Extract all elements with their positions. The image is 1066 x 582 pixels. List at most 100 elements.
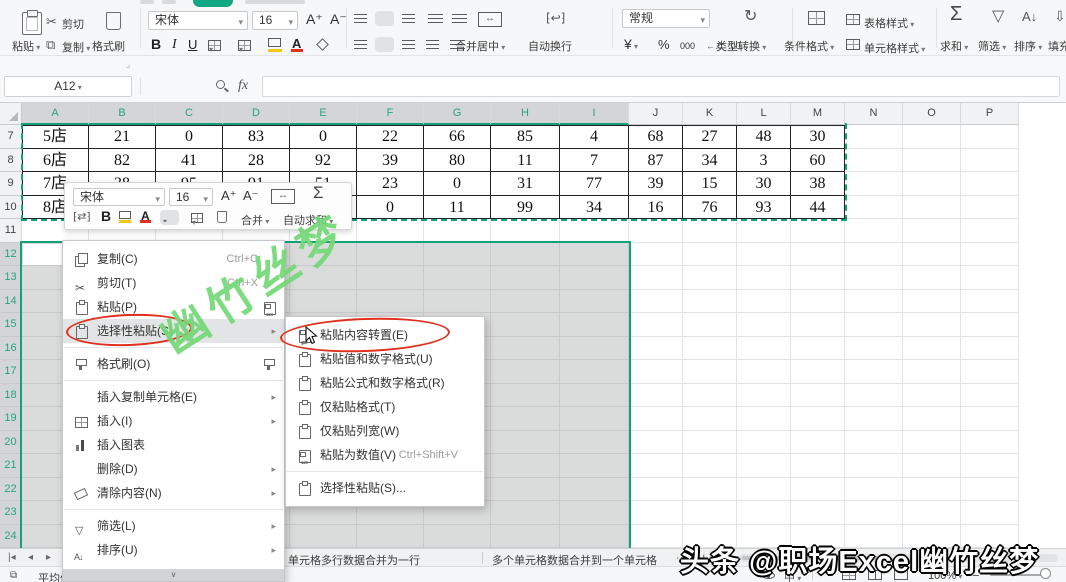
cell-L21[interactable] [737, 454, 791, 478]
cell-H15[interactable] [491, 313, 560, 337]
first-sheet-icon[interactable]: |◂ [8, 552, 16, 563]
row-header-7[interactable]: 7 [0, 125, 22, 149]
cell-P8[interactable] [961, 149, 1019, 173]
cell-I18[interactable] [560, 384, 629, 408]
align-bottom-icon[interactable] [402, 14, 415, 23]
fill-button[interactable]: 填充 [1048, 38, 1066, 54]
column-header-C[interactable]: C [156, 103, 223, 125]
mini-fill-color-icon[interactable] [119, 211, 131, 219]
paste-submenu-item[interactable]: 粘贴为数值(V)Ctrl+Shift+V [286, 443, 484, 467]
mini-borders-icon[interactable] [191, 213, 203, 223]
column-header-D[interactable]: D [223, 103, 290, 125]
mini-merge-button[interactable]: 合并 [241, 212, 269, 228]
row-header-19[interactable]: 19 [0, 407, 22, 431]
context-menu-item[interactable]: 选择性粘贴(S)▸ [63, 319, 284, 343]
cell-P19[interactable] [961, 407, 1019, 431]
cell-K19[interactable] [683, 407, 737, 431]
cell-G7[interactable]: 66 [424, 125, 491, 149]
cell-H16[interactable] [491, 337, 560, 361]
cell-F7[interactable]: 22 [357, 125, 424, 149]
cell-J20[interactable] [629, 431, 683, 455]
cell-H20[interactable] [491, 431, 560, 455]
cell-E24[interactable] [290, 525, 357, 549]
row-header-21[interactable]: 21 [0, 454, 22, 478]
cell-M7[interactable]: 30 [791, 125, 845, 149]
cell-H14[interactable] [491, 290, 560, 314]
cell-N22[interactable] [845, 478, 903, 502]
paste-submenu-item[interactable]: 仅粘贴列宽(W) [286, 419, 484, 443]
cell-O10[interactable] [903, 196, 961, 220]
filter-button[interactable]: 筛选 [978, 38, 1006, 54]
cell-H8[interactable]: 11 [491, 149, 560, 173]
cell-L20[interactable] [737, 431, 791, 455]
cell-J9[interactable]: 39 [629, 172, 683, 196]
cell-D8[interactable]: 28 [223, 149, 290, 173]
paste-submenu-item[interactable]: 仅粘贴格式(T) [286, 395, 484, 419]
cell-L22[interactable] [737, 478, 791, 502]
row-header-23[interactable]: 23 [0, 501, 22, 525]
cell-O18[interactable] [903, 384, 961, 408]
cell-G8[interactable]: 80 [424, 149, 491, 173]
cell-M8[interactable]: 60 [791, 149, 845, 173]
merge-center-button[interactable]: 合并居中 [455, 38, 505, 54]
cell-E12[interactable] [290, 243, 357, 267]
align-top-icon[interactable] [354, 14, 367, 23]
row-header-16[interactable]: 16 [0, 337, 22, 361]
cell-G10[interactable]: 11 [424, 196, 491, 220]
cell-H21[interactable] [491, 454, 560, 478]
table-style-button[interactable]: 表格样式 [864, 15, 914, 31]
zoom-slider-thumb[interactable] [1040, 568, 1051, 579]
cell-O21[interactable] [903, 454, 961, 478]
cell-O8[interactable] [903, 149, 961, 173]
decrease-indent-icon[interactable] [428, 14, 443, 23]
type-convert-button[interactable]: 类型转换 [716, 38, 766, 54]
cell-J24[interactable] [629, 525, 683, 549]
cell-L8[interactable]: 3 [737, 149, 791, 173]
cell-O15[interactable] [903, 313, 961, 337]
cell-M21[interactable] [791, 454, 845, 478]
mini-paste-options-icon[interactable]: ⁅⇄⁆ [73, 211, 91, 224]
cell-J8[interactable]: 87 [629, 149, 683, 173]
format-painter-plus-icon[interactable] [262, 357, 276, 371]
cell-I8[interactable]: 7 [560, 149, 629, 173]
conditional-format-button[interactable]: 条件格式 [784, 38, 834, 54]
cell-P16[interactable] [961, 337, 1019, 361]
cell-L7[interactable]: 48 [737, 125, 791, 149]
cell-J7[interactable]: 68 [629, 125, 683, 149]
cell-N18[interactable] [845, 384, 903, 408]
cell-I23[interactable] [560, 501, 629, 525]
cell-N11[interactable] [845, 219, 903, 243]
formula-input[interactable] [262, 76, 1060, 97]
select-all-corner[interactable] [0, 103, 22, 125]
cell-K10[interactable]: 76 [683, 196, 737, 220]
font-name-select[interactable]: 宋体 [148, 11, 248, 30]
cell-E8[interactable]: 92 [290, 149, 357, 173]
cell-L11[interactable] [737, 219, 791, 243]
cell-I12[interactable] [560, 243, 629, 267]
cell-I7[interactable]: 4 [560, 125, 629, 149]
align-center-icon[interactable] [378, 40, 391, 49]
cell-C8[interactable]: 41 [156, 149, 223, 173]
mini-bold-icon[interactable]: B [101, 210, 111, 223]
cell-O14[interactable] [903, 290, 961, 314]
cell-N16[interactable] [845, 337, 903, 361]
cell-H7[interactable]: 85 [491, 125, 560, 149]
column-header-G[interactable]: G [424, 103, 491, 125]
cell-N7[interactable] [845, 125, 903, 149]
cell-M9[interactable]: 38 [791, 172, 845, 196]
cell-P22[interactable] [961, 478, 1019, 502]
underline-icon[interactable]: U [188, 38, 197, 51]
cell-P23[interactable] [961, 501, 1019, 525]
cell-L16[interactable] [737, 337, 791, 361]
cell-M18[interactable] [791, 384, 845, 408]
bold-icon[interactable]: B [151, 38, 161, 51]
cell-P9[interactable] [961, 172, 1019, 196]
thousands-icon[interactable]: 000 [680, 40, 695, 53]
cell-H12[interactable] [491, 243, 560, 267]
column-header-F[interactable]: F [357, 103, 424, 125]
cell-K11[interactable] [683, 219, 737, 243]
cell-I24[interactable] [560, 525, 629, 549]
cell-G24[interactable] [424, 525, 491, 549]
context-menu-item[interactable]: 格式刷(O) [63, 352, 284, 376]
currency-icon[interactable]: ¥ [624, 38, 638, 53]
